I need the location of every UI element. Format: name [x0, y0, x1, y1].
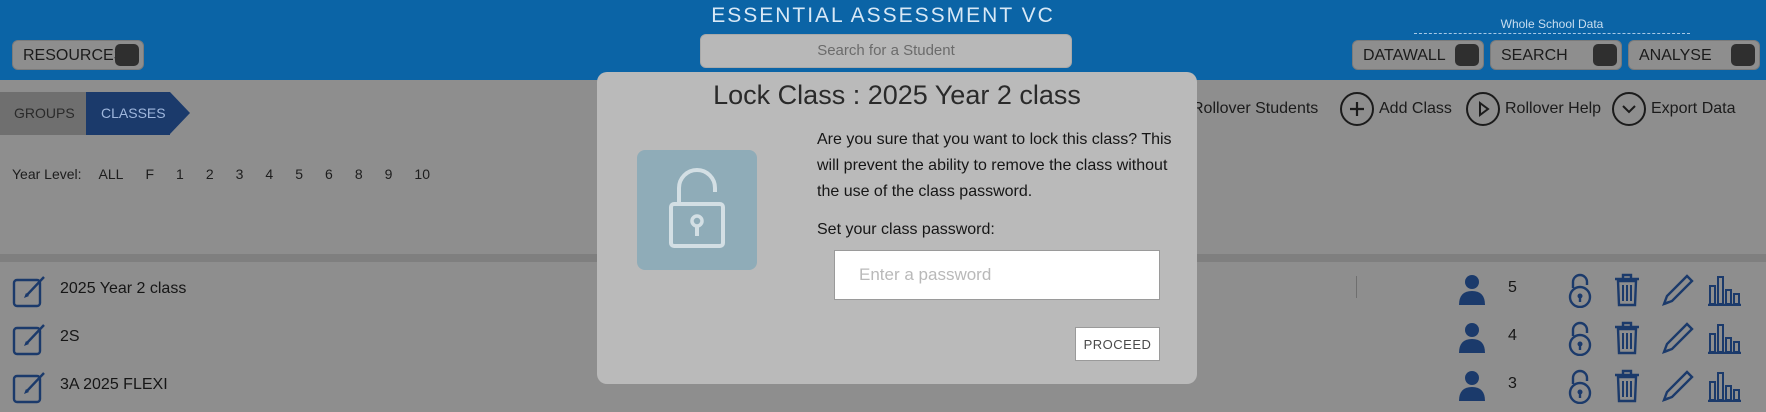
datawall-toggle[interactable] — [1455, 44, 1479, 66]
year-level-filter: Year Level: ALL F 1 2 3 4 5 6 8 9 10 — [12, 166, 452, 182]
datawall-button[interactable]: DATAWALL — [1352, 40, 1484, 70]
play-circle-icon — [1466, 92, 1500, 126]
search-button[interactable]: SEARCH — [1490, 40, 1622, 70]
analyse-button[interactable]: ANALYSE — [1628, 40, 1760, 70]
export-data-label: Export Data — [1651, 100, 1736, 117]
edit-square-icon[interactable] — [12, 370, 48, 409]
rollover-help-label: Rollover Help — [1505, 100, 1602, 117]
bar-chart-icon[interactable] — [1706, 274, 1742, 311]
modal-title: Lock Class : 2025 Year 2 class — [713, 80, 1081, 110]
search-button-label: SEARCH — [1501, 47, 1568, 64]
plus-circle-icon — [1340, 92, 1374, 126]
year-level-label: Year Level: — [12, 166, 82, 182]
year-option-10[interactable]: 10 — [414, 166, 430, 182]
add-class-label: Add Class — [1379, 100, 1452, 117]
year-option-3[interactable]: 3 — [236, 166, 244, 182]
year-option-2[interactable]: 2 — [206, 166, 214, 182]
datawall-button-label: DATAWALL — [1363, 47, 1446, 64]
year-option-8[interactable]: 8 — [355, 166, 363, 182]
whole-school-data-label: Whole School Data — [1500, 17, 1604, 31]
student-search-input[interactable]: Search for a Student — [700, 34, 1072, 68]
student-count: 4 — [1508, 327, 1517, 344]
trash-icon[interactable] — [1612, 320, 1642, 361]
password-input[interactable] — [834, 250, 1160, 300]
edit-square-icon[interactable] — [12, 274, 48, 313]
app-header: ESSENTIAL ASSESSMENT VC RESOURCES Search… — [0, 0, 1766, 80]
proceed-button[interactable]: PROCEED — [1075, 327, 1160, 361]
rollover-students-label: Rollover Students — [1192, 100, 1319, 117]
resources-button[interactable]: RESOURCES — [12, 40, 144, 70]
lock-icon[interactable] — [1565, 272, 1595, 313]
lock-icon[interactable] — [1565, 320, 1595, 361]
breadcrumb-arrow — [170, 92, 190, 134]
year-option-4[interactable]: 4 — [265, 166, 273, 182]
chevron-down-circle-icon — [1612, 92, 1646, 126]
student-count: 5 — [1508, 279, 1517, 296]
person-icon — [1457, 322, 1487, 359]
export-data-button[interactable]: Export Data — [1612, 92, 1735, 126]
edit-square-icon[interactable] — [12, 322, 48, 361]
add-class-button[interactable]: Add Class — [1340, 92, 1452, 126]
year-option-9[interactable]: 9 — [385, 166, 393, 182]
analyse-button-label: ANALYSE — [1639, 47, 1712, 64]
row-separator — [1356, 276, 1358, 298]
class-name[interactable]: 3A 2025 FLEXI — [60, 376, 168, 394]
resources-button-label: RESOURCES — [23, 47, 125, 64]
breadcrumb-classes[interactable]: CLASSES — [86, 92, 170, 135]
rollover-help-button[interactable]: Rollover Help — [1466, 92, 1601, 126]
year-option-6[interactable]: 6 — [325, 166, 333, 182]
lock-class-modal: Lock Class : 2025 Year 2 class Are you s… — [597, 72, 1197, 384]
whole-school-data-divider — [1414, 33, 1690, 34]
rollover-students-button[interactable]: Rollover Students — [1192, 92, 1318, 126]
class-name[interactable]: 2S — [60, 328, 80, 346]
person-icon — [1457, 274, 1487, 311]
modal-message: Are you sure that you want to lock this … — [817, 131, 1172, 200]
password-label: Set your class password: — [817, 221, 995, 238]
bar-chart-icon[interactable] — [1706, 370, 1742, 407]
resources-toggle[interactable] — [115, 44, 139, 66]
year-option-all[interactable]: ALL — [99, 166, 124, 182]
analyse-toggle[interactable] — [1731, 44, 1755, 66]
person-icon — [1457, 370, 1487, 407]
pencil-icon[interactable] — [1660, 274, 1694, 313]
student-count: 3 — [1508, 375, 1517, 392]
year-option-5[interactable]: 5 — [295, 166, 303, 182]
trash-icon[interactable] — [1612, 368, 1642, 409]
search-toggle[interactable] — [1593, 44, 1617, 66]
trash-icon[interactable] — [1612, 272, 1642, 313]
bar-chart-icon[interactable] — [1706, 322, 1742, 359]
unlocked-padlock-icon — [665, 166, 729, 255]
pencil-icon[interactable] — [1660, 370, 1694, 409]
lock-icon[interactable] — [1565, 368, 1595, 409]
unlock-icon-tile — [637, 150, 757, 270]
pencil-icon[interactable] — [1660, 322, 1694, 361]
year-option-1[interactable]: 1 — [176, 166, 184, 182]
breadcrumb-groups[interactable]: GROUPS — [0, 92, 86, 135]
year-option-f[interactable]: F — [145, 166, 154, 182]
class-name[interactable]: 2025 Year 2 class — [60, 280, 186, 298]
